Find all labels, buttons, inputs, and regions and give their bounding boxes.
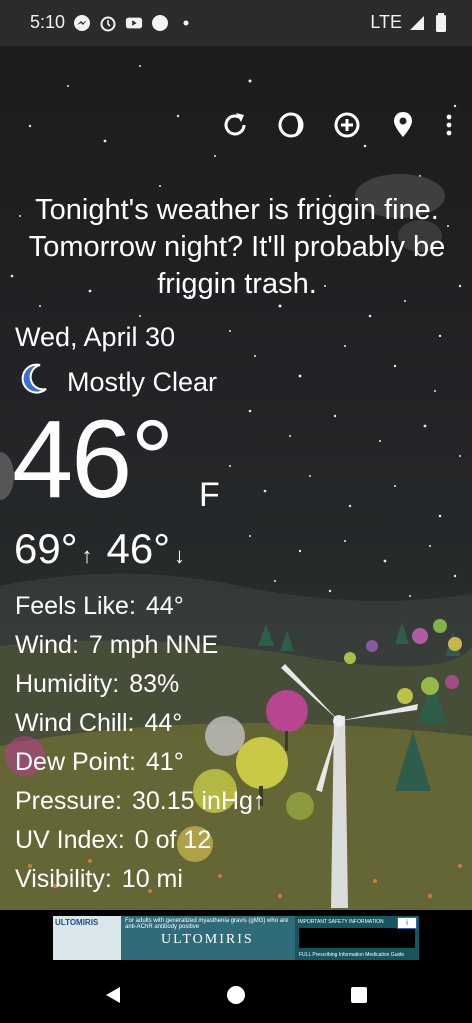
high-low-temperatures: 69° ↑ 46° ↓ [14,525,199,573]
detail-wind: Wind: 7 mph NNE [15,631,219,659]
up-arrow-icon: ↑ [81,543,93,568]
ad-tagline: For adults with generalized myasthenia g… [125,918,289,930]
detail-wind-chill: Wind Chill: 44° [15,709,183,737]
dot-icon [177,14,195,32]
battery-icon [432,12,450,32]
theme-icon[interactable] [274,108,308,142]
status-bar: 5:10 LTE [0,0,472,46]
signal-icon [408,14,426,32]
ad-safety: IMPORTANT SAFETY INFORMATION FULL Prescr… [295,916,419,960]
forecast-date: Wed, April 30 [15,322,176,352]
condition-label: Mostly Clear [67,367,218,397]
high-temperature: 69° [14,525,78,572]
messenger-icon [73,14,91,32]
back-icon[interactable] [102,984,124,1006]
location-icon[interactable] [386,108,420,142]
navigation-bar [0,966,472,1023]
youtube-icon [125,14,143,32]
alarm-icon [99,14,117,32]
detail-feels-like: Feels Like: 44° [15,592,184,620]
weather-condition: Mostly Clear [17,362,217,403]
ad-video-placeholder [299,928,415,948]
circle-icon [151,14,169,32]
detail-humidity: Humidity: 83% [15,670,180,698]
add-icon[interactable] [330,108,364,142]
detail-uv-index: UV Index: 0 of 12 [15,826,212,854]
detail-visibility: Visibility: 10 mi [15,865,183,893]
status-left: 5:10 [30,12,195,33]
current-temperature: 46° [12,398,174,521]
ad-logo: ULTOMIRIS [53,916,121,960]
weather-details: Feels Like: 44° Wind: 7 mph NNE Humidity: 8… [15,587,265,899]
ad-bar: ULTOMIRIS For adults with generalized my… [0,910,472,966]
low-temperature: 46° [106,525,171,572]
ad-banner[interactable]: ULTOMIRIS For adults with generalized my… [53,916,419,960]
recents-icon[interactable] [348,984,370,1006]
detail-pressure: Pressure: 30.15 inHg↑ [15,787,266,815]
ad-content: For adults with generalized myasthenia g… [121,916,295,960]
more-icon[interactable] [442,108,456,142]
home-icon[interactable] [225,984,247,1006]
temperature-unit: F [199,476,220,514]
toolbar [218,108,456,142]
status-right: LTE [370,12,450,33]
ad-safety-title: IMPORTANT SAFETY INFORMATION [298,919,384,925]
network-label: LTE [370,12,402,32]
down-arrow-icon: ↓ [174,543,186,568]
weather-headline: Tonight's weather is friggin fine. Tomor… [28,194,446,300]
ad-info-icon[interactable]: i [397,917,417,929]
detail-dew-point: Dew Point: 41° [15,748,184,776]
ad-brand: ULTOMIRIS [161,932,254,947]
ad-footer-links[interactable]: FULL Prescribing Information Medication … [299,952,404,958]
moon-icon [17,362,51,403]
refresh-icon[interactable] [218,108,252,142]
status-time: 5:10 [30,12,66,32]
